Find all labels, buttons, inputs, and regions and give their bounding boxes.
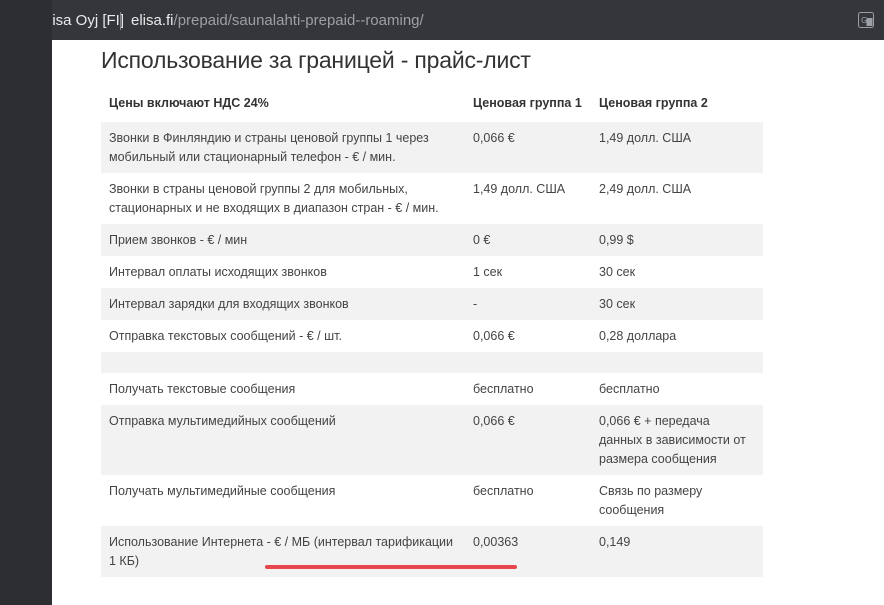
table-cell: 0,066 € [465, 405, 591, 475]
table-row: Использование Интернета - € / МБ (интерв… [101, 526, 763, 577]
table-row: Получать текстовые сообщения бесплатно б… [101, 373, 763, 405]
table-header-row: Цены включают НДС 24% Ценовая группа 1 Ц… [101, 90, 763, 122]
table-row: Интервал оплаты исходящих звонков 1 сек … [101, 256, 763, 288]
table-row: Прием звонков - € / мин 0 € 0,99 $ [101, 224, 763, 256]
table-cell: Звонки в страны ценовой группы 2 для моб… [109, 182, 439, 215]
table-cell: 1,49 долл. США [591, 122, 763, 173]
browser-address-bar: Elisa Oyj [FI] elisa.fi/prepaid/saunalah… [0, 0, 884, 40]
table-cell: 0,00363 [465, 526, 591, 577]
table-cell [101, 352, 465, 373]
header-cell: Ценовая группа 1 [473, 96, 582, 110]
table-cell: Отправка текстовых сообщений - € / шт. [109, 329, 342, 343]
table-cell: Получать текстовые сообщения [109, 382, 296, 396]
table-row: Звонки в страны ценовой группы 2 для моб… [101, 173, 763, 224]
table-row: Получать мультимедийные сообщения беспла… [101, 475, 763, 526]
table-cell: Интервал оплаты исходящих звонков [109, 265, 327, 279]
table-cell: 30 сек [599, 265, 636, 279]
table-cell: Интервал зарядки для входящих звонков [101, 288, 465, 320]
table-cell: 0,28 доллара [599, 329, 677, 343]
page-title: Использование за границей - прайс-лист [101, 47, 531, 73]
table-cell: 0,066 € [473, 329, 515, 343]
page-left-margin [0, 0, 52, 605]
table-cell: Связь по размеру сообщения [599, 484, 703, 517]
table-cell: 0,066 € + передача данных в зависимости … [591, 405, 763, 475]
table-cell: 1,49 долл. США [473, 182, 566, 196]
header-cell: Цены включают НДС 24% [109, 96, 269, 110]
highlight-underline [265, 565, 517, 569]
table-cell: 1 сек [473, 265, 503, 279]
table-row: Отправка текстовых сообщений - € / шт. 0… [101, 320, 763, 352]
table-cell [465, 352, 591, 373]
table-row: Интервал зарядки для входящих звонков - … [101, 288, 763, 320]
svg-text:G: G [861, 16, 867, 25]
table-cell: Прием звонков - € / мин [101, 224, 465, 256]
table-cell: 30 сек [591, 288, 763, 320]
table-cell: - [465, 288, 591, 320]
table-cell: Звонки в Финляндию и страны ценовой груп… [101, 122, 465, 173]
table-cell: 0,99 $ [591, 224, 763, 256]
table-cell: 2,49 долл. США [599, 182, 692, 196]
url-domain: elisa.fi [131, 12, 174, 29]
table-row: Звонки в Финляндию и страны ценовой груп… [101, 122, 763, 173]
table-cell: бесплатно [473, 484, 534, 498]
table-cell: 0,149 [591, 526, 763, 577]
price-table: Цены включают НДС 24% Ценовая группа 1 Ц… [101, 90, 763, 577]
translate-icon[interactable]: G [858, 12, 874, 28]
url-field[interactable]: elisa.fi/prepaid/saunalahti-prepaid--roa… [131, 12, 424, 29]
table-row-empty [101, 352, 763, 373]
table-cell: бесплатно [599, 382, 660, 396]
table-row: Отправка мультимедийных сообщений 0,066 … [101, 405, 763, 475]
url-path: /prepaid/saunalahti-prepaid--roaming/ [173, 12, 424, 29]
table-cell: Отправка мультимедийных сообщений [101, 405, 465, 475]
header-cell: Ценовая группа 2 [599, 96, 708, 110]
table-cell: Использование Интернета - € / МБ (интерв… [101, 526, 465, 577]
page-content: Использование за границей - прайс-лист Ц… [52, 40, 884, 605]
table-cell: Получать мультимедийные сообщения [109, 484, 336, 498]
table-cell: бесплатно [473, 382, 534, 396]
table-cell: 0,066 € [465, 122, 591, 173]
table-cell: 0 € [465, 224, 591, 256]
table-cell [591, 352, 763, 373]
address-separator [120, 12, 121, 30]
